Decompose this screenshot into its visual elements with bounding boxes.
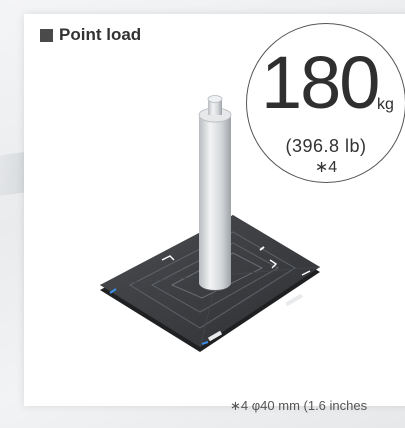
section-title: Point load <box>59 25 142 44</box>
footnote: ∗4 φ40 mm (1.6 inches <box>230 398 368 413</box>
load-cylinder <box>198 95 232 291</box>
square-bullet-icon <box>40 28 53 42</box>
section-heading: Point load <box>40 23 141 47</box>
point-load-illustration <box>99 95 321 352</box>
load-unit: kg <box>377 96 394 113</box>
